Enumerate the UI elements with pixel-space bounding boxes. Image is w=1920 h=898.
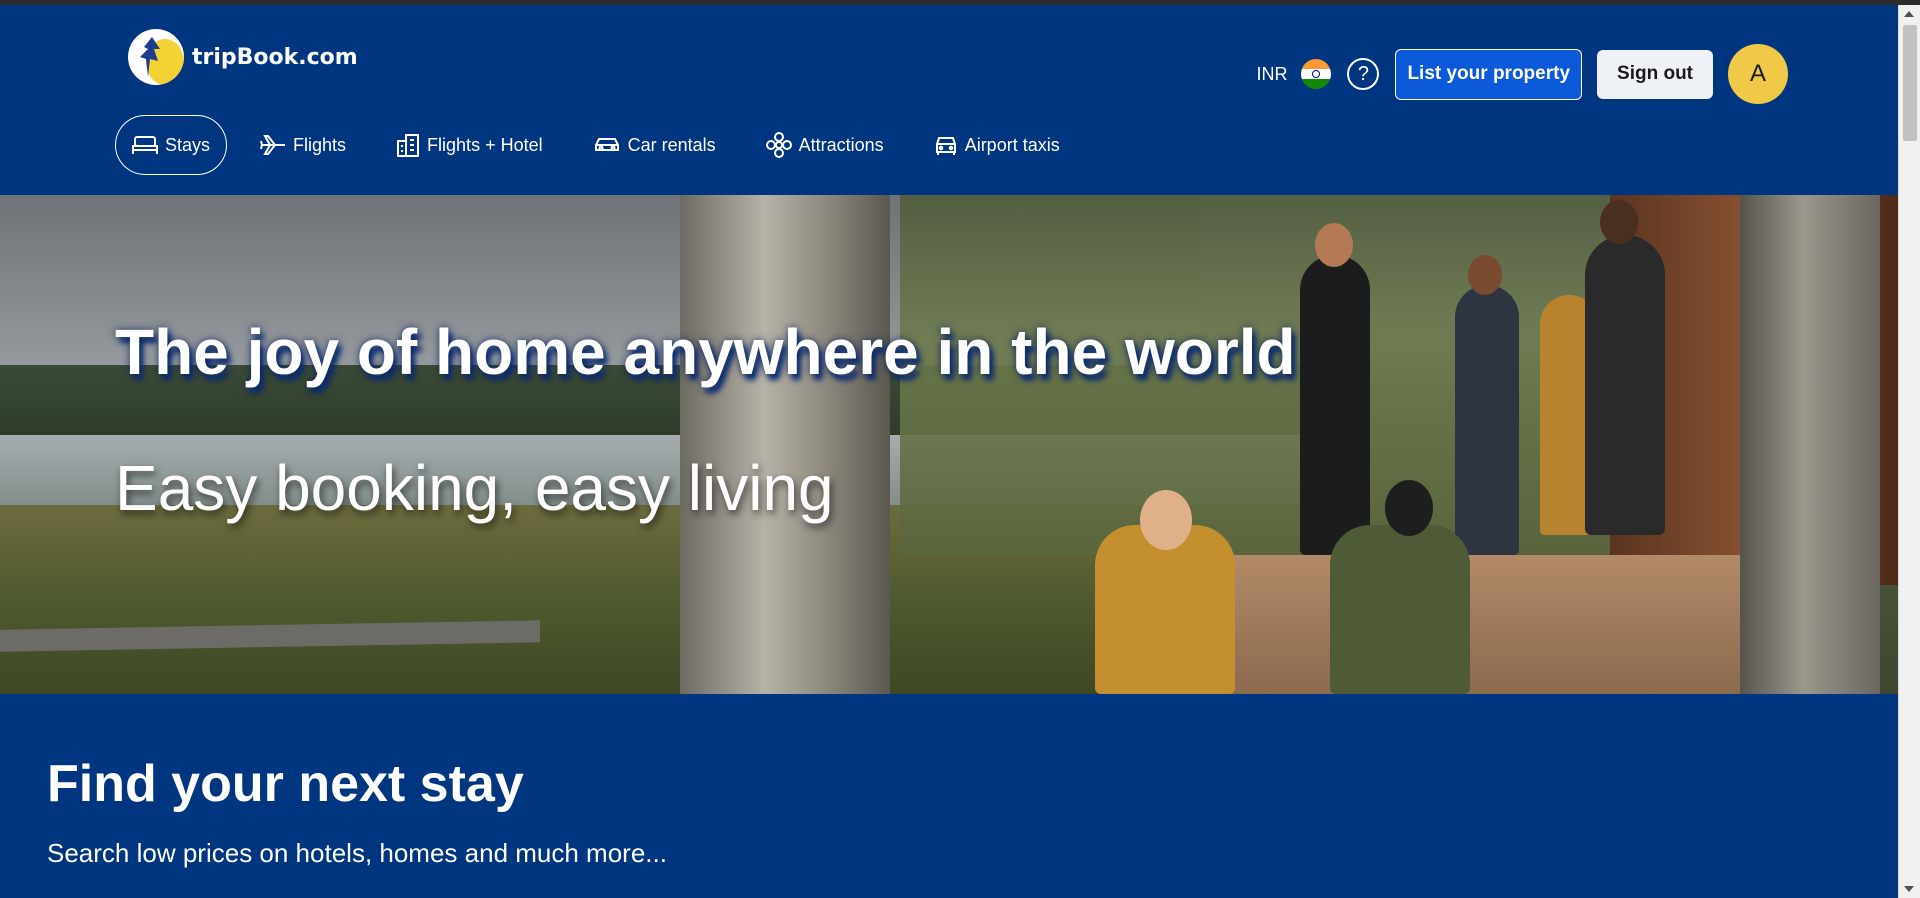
main-nav: Stays Flights Flights + Hotel Car rental… bbox=[115, 115, 1093, 175]
nav-item-airport-taxis[interactable]: Airport taxis bbox=[917, 115, 1077, 175]
nav-item-label: Attractions bbox=[798, 134, 884, 155]
nav-item-label: Airport taxis bbox=[964, 134, 1060, 155]
currency-selector[interactable]: INR bbox=[1256, 64, 1287, 85]
nav-item-label: Car rentals bbox=[627, 134, 716, 155]
scroll-thumb[interactable] bbox=[1903, 25, 1917, 141]
bed-icon bbox=[132, 136, 158, 154]
nav-item-attractions[interactable]: Attractions bbox=[749, 115, 901, 175]
hero-subtitle: Easy booking, easy living bbox=[115, 452, 834, 524]
nav-item-flights[interactable]: Flights bbox=[243, 115, 363, 175]
nav-item-label: Flights + Hotel bbox=[427, 134, 543, 155]
search-heading: Find your next stay bbox=[47, 755, 524, 813]
nav-item-car-rentals[interactable]: Car rentals bbox=[576, 115, 733, 175]
plane-icon bbox=[260, 135, 286, 155]
help-symbol: ? bbox=[1357, 62, 1369, 85]
site-header: tripBook.com INR ? List your property Si… bbox=[0, 5, 1898, 195]
scroll-up-icon[interactable] bbox=[1904, 11, 1914, 17]
hero-title: The joy of home anywhere in the world bbox=[115, 316, 1296, 388]
sign-out-button[interactable]: Sign out bbox=[1597, 49, 1713, 99]
page-scrollbar[interactable] bbox=[1898, 5, 1920, 898]
logo-text: tripBook.com bbox=[192, 44, 358, 70]
logo[interactable]: tripBook.com bbox=[128, 29, 358, 85]
help-icon[interactable]: ? bbox=[1347, 58, 1380, 90]
avatar[interactable]: A bbox=[1728, 44, 1788, 104]
taxi-icon bbox=[935, 137, 956, 155]
sign-out-label: Sign out bbox=[1617, 63, 1693, 84]
logo-icon bbox=[128, 29, 184, 85]
search-subheading: Search low prices on hotels, homes and m… bbox=[47, 838, 667, 868]
list-property-button[interactable]: List your property bbox=[1395, 48, 1583, 100]
flower-icon bbox=[765, 132, 792, 158]
header-tools: INR ? List your property Sign out A bbox=[1256, 43, 1788, 105]
building-icon bbox=[397, 134, 420, 157]
hero-banner: The joy of home anywhere in the world Ea… bbox=[0, 195, 1898, 694]
nav-item-flights-hotel[interactable]: Flights + Hotel bbox=[379, 115, 560, 175]
car-icon bbox=[594, 138, 619, 151]
language-flag-icon[interactable] bbox=[1301, 59, 1332, 89]
list-property-label: List your property bbox=[1407, 63, 1571, 84]
avatar-initial: A bbox=[1749, 60, 1766, 87]
scroll-down-icon[interactable] bbox=[1904, 886, 1914, 892]
search-section: Find your next stay Search low prices on… bbox=[0, 694, 1898, 898]
nav-item-label: Stays bbox=[165, 134, 211, 155]
nav-item-stays[interactable]: Stays bbox=[115, 115, 228, 175]
nav-item-label: Flights bbox=[293, 134, 347, 155]
